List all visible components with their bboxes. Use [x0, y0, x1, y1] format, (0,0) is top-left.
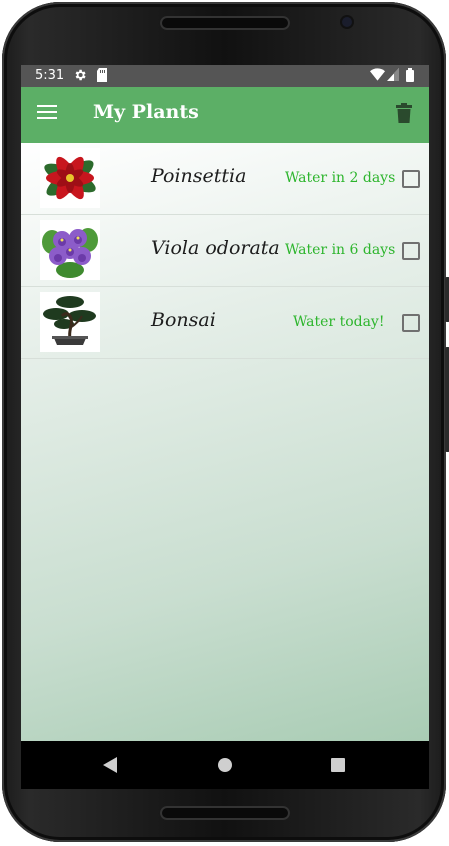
sd-card-icon	[96, 68, 108, 86]
hamburger-menu-icon[interactable]	[37, 105, 57, 121]
plant-row-bonsai[interactable]: Bonsai Water today!	[21, 287, 429, 359]
poinsettia-image	[40, 148, 100, 208]
water-status: Water in 2 days	[285, 170, 396, 186]
plant-name: Poinsettia	[151, 165, 247, 187]
plant-name: Viola odorata	[151, 237, 280, 259]
plant-row-poinsettia[interactable]: Poinsettia Water in 2 days	[21, 143, 429, 215]
app-title: My Plants	[93, 101, 199, 123]
back-icon[interactable]	[103, 757, 119, 777]
power-button	[445, 277, 449, 322]
navigation-bar	[21, 741, 429, 789]
plant-row-viola-odorata[interactable]: Viola odorata Water in 6 days	[21, 215, 429, 287]
battery-icon	[406, 68, 414, 86]
plant-list: Poinsettia Water in 2 days Viola odorata…	[21, 143, 429, 741]
signal-icon	[387, 68, 399, 85]
bonsai-image	[40, 292, 100, 352]
status-time: 5:31	[35, 68, 65, 83]
app-bar: My Plants	[21, 87, 429, 143]
water-status: Water in 6 days	[285, 242, 396, 258]
top-speaker	[160, 16, 290, 30]
gear-icon	[73, 68, 87, 86]
wifi-icon	[370, 68, 385, 85]
plant-name: Bonsai	[151, 309, 216, 331]
recents-icon[interactable]	[330, 757, 346, 777]
plant-checkbox[interactable]	[402, 314, 420, 332]
plant-checkbox[interactable]	[402, 242, 420, 260]
status-bar: 5:31	[21, 65, 429, 87]
water-status: Water today!	[293, 314, 385, 330]
bottom-speaker	[160, 806, 290, 820]
plant-checkbox[interactable]	[402, 170, 420, 188]
trash-icon[interactable]	[396, 103, 416, 127]
front-camera	[342, 17, 352, 27]
violet-image	[40, 220, 100, 280]
home-icon[interactable]	[217, 757, 233, 777]
phone-screen: 5:31 My Plants Poinsettia Water in 2 day…	[21, 65, 429, 741]
volume-button	[445, 347, 449, 452]
